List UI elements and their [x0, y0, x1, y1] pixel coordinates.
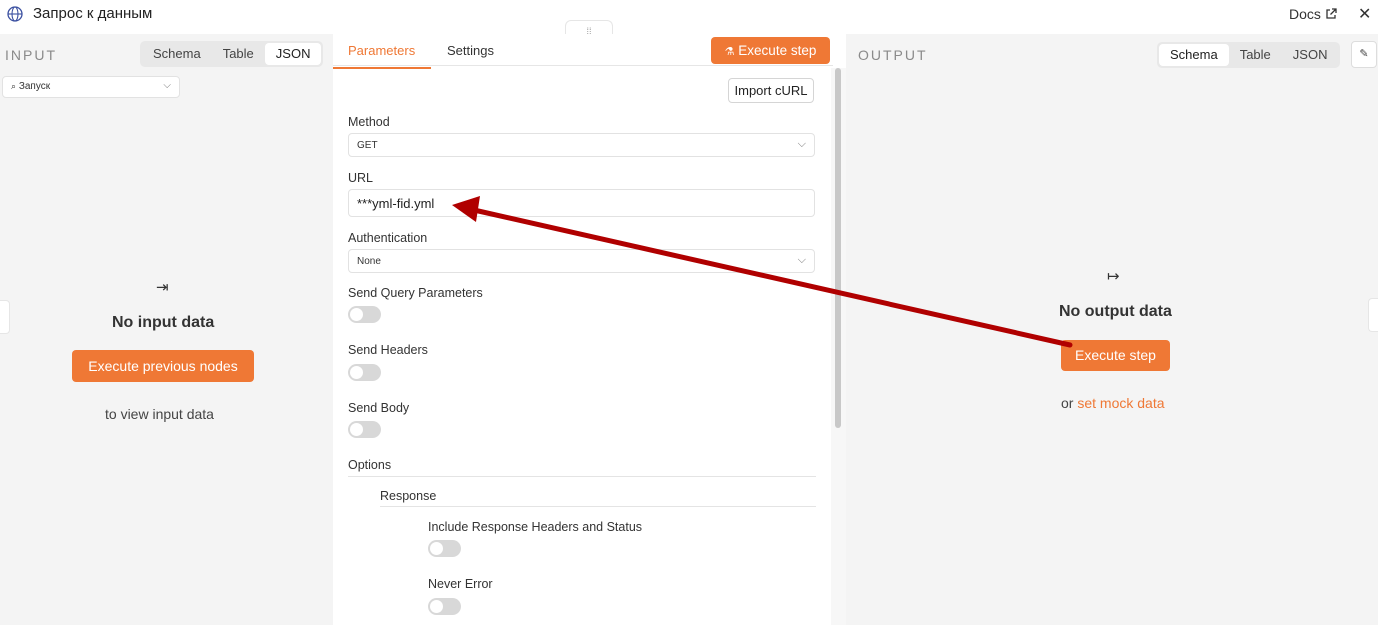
or-text: or — [1061, 395, 1074, 411]
node-title[interactable]: Запрос к данным — [33, 5, 152, 22]
send-query-label: Send Query Parameters — [348, 286, 483, 300]
include-headers-label: Include Response Headers and Status — [428, 520, 643, 534]
output-tab-table[interactable]: Table — [1229, 44, 1282, 66]
output-execute-step-button[interactable]: Execute step — [1061, 340, 1170, 371]
docs-link[interactable]: Docs — [1289, 6, 1337, 22]
edit-pencil-icon[interactable]: ✎ — [1351, 41, 1377, 68]
send-body-toggle[interactable] — [348, 421, 381, 438]
set-mock-data-link[interactable]: set mock data — [1077, 395, 1164, 411]
input-panel-label: INPUT — [5, 47, 57, 63]
send-query-toggle[interactable] — [348, 306, 381, 323]
authentication-select[interactable]: None ⌵ — [348, 249, 815, 273]
send-body-label: Send Body — [348, 401, 410, 415]
url-input[interactable]: ***yml-fid.yml — [348, 189, 815, 217]
input-view-switcher: Schema Table JSON — [140, 41, 324, 67]
send-headers-label: Send Headers — [348, 343, 428, 357]
tab-settings[interactable]: Settings — [447, 43, 494, 58]
method-label: Method — [348, 115, 390, 129]
input-tab-json[interactable]: JSON — [264, 43, 322, 65]
execute-step-label: Execute step — [738, 43, 817, 58]
arrow-into-bar-icon: ⇥ — [156, 279, 169, 296]
globe-icon — [7, 6, 23, 22]
input-hint: to view input data — [105, 406, 214, 422]
close-icon[interactable]: ✕ — [1358, 4, 1371, 24]
input-source-value: Запуск — [18, 81, 51, 92]
input-source-select[interactable]: ⌕ Запуск ⌵ — [2, 76, 180, 98]
tab-parameters[interactable]: Parameters — [348, 43, 415, 58]
left-collapse-handle[interactable] — [0, 300, 10, 334]
chevron-down-icon: ⌵ — [797, 254, 806, 266]
source-node-icon: ⌕ — [11, 81, 17, 91]
chevron-down-icon: ⌵ — [163, 80, 171, 91]
title-bar: Запрос к данным Docs ✕ — [0, 0, 1378, 34]
execute-step-button[interactable]: ⚗ Execute step — [711, 37, 830, 64]
input-tab-schema[interactable]: Schema — [142, 43, 212, 65]
options-label: Options — [348, 458, 392, 472]
method-select[interactable]: GET ⌵ — [348, 133, 815, 157]
response-divider — [380, 506, 816, 507]
output-panel: OUTPUT Schema Table JSON ↦ No output dat… — [846, 34, 1378, 625]
scrollbar-thumb[interactable] — [835, 68, 841, 428]
method-value: GET — [357, 140, 378, 151]
external-link-icon — [1326, 8, 1337, 19]
right-collapse-handle[interactable] — [1368, 298, 1378, 332]
include-headers-toggle[interactable] — [428, 540, 461, 557]
url-label: URL — [348, 171, 374, 185]
authentication-label: Authentication — [348, 231, 428, 245]
never-error-label: Never Error — [428, 577, 493, 591]
input-tab-table[interactable]: Table — [212, 43, 265, 65]
never-error-toggle[interactable] — [428, 598, 461, 615]
mock-data-hint: or set mock data — [1061, 395, 1165, 411]
parameters-panel: Parameters Settings ⚗ Execute step Impor… — [333, 34, 846, 625]
import-curl-button[interactable]: Import cURL — [728, 78, 814, 103]
arrow-from-bar-icon: ↦ — [1107, 268, 1120, 285]
docs-label: Docs — [1289, 6, 1321, 22]
authentication-value: None — [357, 256, 381, 267]
active-tab-indicator — [333, 67, 431, 69]
output-tab-schema[interactable]: Schema — [1159, 44, 1229, 66]
input-empty-title: No input data — [112, 314, 215, 331]
chevron-down-icon: ⌵ — [797, 138, 806, 150]
options-divider — [348, 476, 816, 477]
flask-icon: ⚗ — [724, 46, 735, 58]
output-empty-title: No output data — [1059, 303, 1172, 320]
output-panel-label: OUTPUT — [858, 47, 928, 63]
input-panel: INPUT Schema Table JSON ⌕ Запуск ⌵ ⇥ No … — [0, 34, 333, 625]
output-tab-json[interactable]: JSON — [1282, 44, 1339, 66]
response-label: Response — [380, 489, 437, 503]
send-headers-toggle[interactable] — [348, 364, 381, 381]
execute-previous-nodes-button[interactable]: Execute previous nodes — [72, 350, 254, 382]
output-view-switcher: Schema Table JSON — [1157, 42, 1341, 68]
